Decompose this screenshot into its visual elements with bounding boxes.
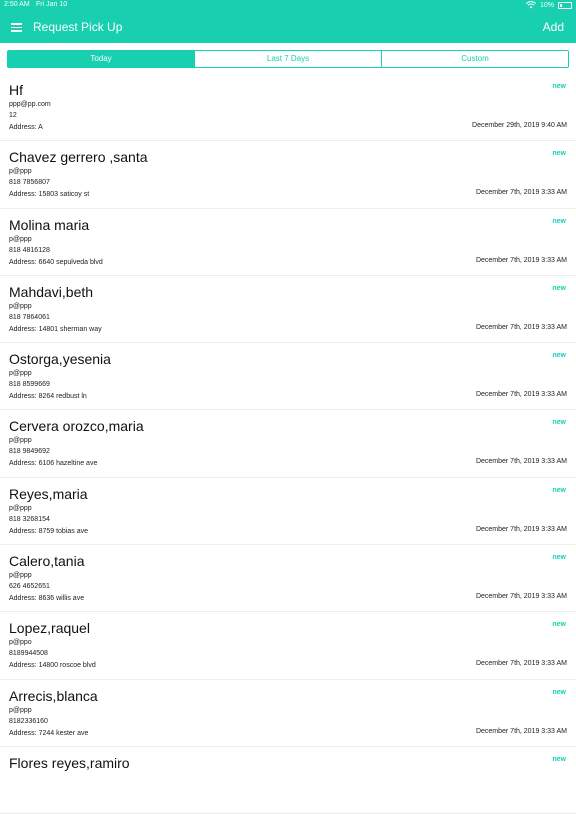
status-badge: new	[552, 83, 566, 90]
item-date: December 7th, 2019 3:33 AM	[475, 391, 567, 399]
item-name: Mahdavi,beth	[9, 283, 94, 300]
item-email: p@ppp	[9, 437, 32, 445]
date-filter-tabs: Today Last 7 Days Custom	[7, 50, 569, 68]
status-badge: new	[552, 352, 566, 360]
item-name: Ostorga,yesenia	[9, 351, 111, 368]
status-badge: new	[552, 486, 566, 494]
list-item[interactable]: Hf ppp@pp.com 12 Address: A December 29t…	[0, 74, 576, 142]
item-phone: 818 4816128	[9, 246, 50, 254]
item-date: December 7th, 2019 3:33 AM	[475, 323, 567, 331]
battery-icon	[558, 1, 572, 9]
item-address: Address: 15803 saticoy st	[9, 191, 90, 199]
item-email: p@ppp	[9, 370, 32, 378]
status-badge: new	[552, 284, 566, 292]
status-badge: new	[552, 217, 566, 225]
app-header: 2:50 AM Fri Jan 10 10% Request Pick Up A…	[0, 0, 576, 43]
item-phone: 818 8599669	[9, 381, 50, 389]
item-date: December 7th, 2019 3:33 AM	[475, 189, 567, 197]
item-date: December 7th, 2019 3:33 AM	[475, 458, 567, 466]
tab-custom[interactable]: Custom	[382, 51, 568, 67]
item-email: p@ppp	[9, 235, 32, 243]
tab-today[interactable]: Today	[8, 51, 195, 67]
item-phone: 818 7864061	[9, 313, 50, 321]
item-date: December 7th, 2019 3:33 AM	[475, 727, 567, 735]
item-phone: 12	[9, 112, 17, 119]
item-name: Lopez,raquel	[9, 620, 90, 637]
status-indicators: 10%	[525, 1, 572, 9]
item-phone: 818 7856807	[9, 179, 50, 187]
item-name: Molina maria	[9, 216, 90, 233]
item-phone: 8182336160	[9, 717, 48, 725]
item-address: Address: 8759 tobias ave	[9, 527, 88, 535]
item-date: December 7th, 2019 3:33 AM	[475, 593, 567, 601]
add-button[interactable]: Add	[543, 20, 564, 34]
item-date: December 29th, 2019 9:40 AM	[472, 122, 567, 129]
item-email: p@ppp	[9, 706, 32, 714]
list-item[interactable]: Arrecis,blanca p@ppp 8182336160 Address:…	[0, 680, 576, 747]
item-date: December 7th, 2019 3:33 AM	[475, 660, 567, 668]
item-name: Chavez gerrero ,santa	[9, 149, 148, 166]
item-phone: 626 4652651	[9, 583, 50, 591]
page-title: Request Pick Up	[33, 20, 123, 34]
list-item[interactable]: Lopez,raquel p@ppo 8189944508 Address: 1…	[0, 612, 576, 680]
item-email: p@ppp	[9, 302, 32, 310]
item-address: Address: 6106 hazeltine ave	[9, 460, 98, 468]
wifi-icon	[525, 1, 536, 9]
item-address: Address: A	[9, 124, 43, 131]
item-name: Hf	[9, 82, 23, 98]
list-item[interactable]: Flores reyes,ramiro new	[0, 747, 576, 814]
list-item[interactable]: Cervera orozco,maria p@ppp 818 9849692 A…	[0, 410, 576, 478]
list-item[interactable]: Mahdavi,beth p@ppp 818 7864061 Address: …	[0, 276, 576, 344]
status-time: 2:50 AM	[4, 1, 30, 8]
list-item[interactable]: Reyes,maria p@ppp 818 3268154 Address: 8…	[0, 478, 576, 546]
item-name: Reyes,maria	[9, 485, 88, 502]
item-email: ppp@pp.com	[9, 101, 51, 108]
status-bar: 2:50 AM Fri Jan 10 10%	[0, 0, 576, 12]
status-badge: new	[552, 554, 566, 562]
item-address: Address: 6640 sepulveda blvd	[9, 258, 103, 266]
list-item[interactable]: Molina maria p@ppp 818 4816128 Address: …	[0, 209, 576, 276]
battery-percent: 10%	[539, 1, 554, 9]
status-badge: new	[552, 621, 566, 629]
item-email: p@ppp	[9, 168, 32, 176]
list-item[interactable]: Ostorga,yesenia p@ppp 818 8599669 Addres…	[0, 343, 576, 411]
status-badge: new	[552, 688, 566, 696]
item-name: Flores reyes,ramiro	[9, 754, 130, 771]
status-badge: new	[552, 419, 566, 427]
item-email: p@ppp	[9, 572, 32, 580]
list-item[interactable]: Chavez gerrero ,santa p@ppp 818 7856807 …	[0, 141, 576, 209]
status-badge: new	[552, 755, 566, 763]
item-date: December 7th, 2019 3:33 AM	[475, 525, 567, 533]
item-address: Address: 7244 kester ave	[9, 729, 89, 737]
item-address: Address: 8636 willis ave	[9, 595, 85, 603]
menu-icon[interactable]	[11, 23, 22, 32]
pickup-request-list: Hf ppp@pp.com 12 Address: A December 29t…	[0, 74, 576, 814]
status-badge: new	[552, 150, 566, 158]
item-phone: 818 9849692	[9, 448, 50, 456]
item-phone: 8189944508	[9, 650, 48, 658]
item-address: Address: 8264 redbust ln	[9, 393, 87, 401]
item-email: p@ppo	[9, 639, 32, 647]
status-date: Fri Jan 10	[36, 1, 68, 8]
item-address: Address: 14801 sherman way	[9, 325, 102, 333]
item-phone: 818 3268154	[9, 515, 50, 523]
item-name: Arrecis,blanca	[9, 687, 98, 704]
tab-last-7-days[interactable]: Last 7 Days	[195, 51, 382, 67]
item-email: p@ppp	[9, 504, 32, 512]
item-name: Cervera orozco,maria	[9, 418, 144, 435]
list-item[interactable]: Calero,tania p@ppp 626 4652651 Address: …	[0, 545, 576, 613]
item-address: Address: 14800 roscoe blvd	[9, 662, 96, 670]
item-date: December 7th, 2019 3:33 AM	[475, 256, 567, 264]
item-name: Calero,tania	[9, 553, 85, 570]
